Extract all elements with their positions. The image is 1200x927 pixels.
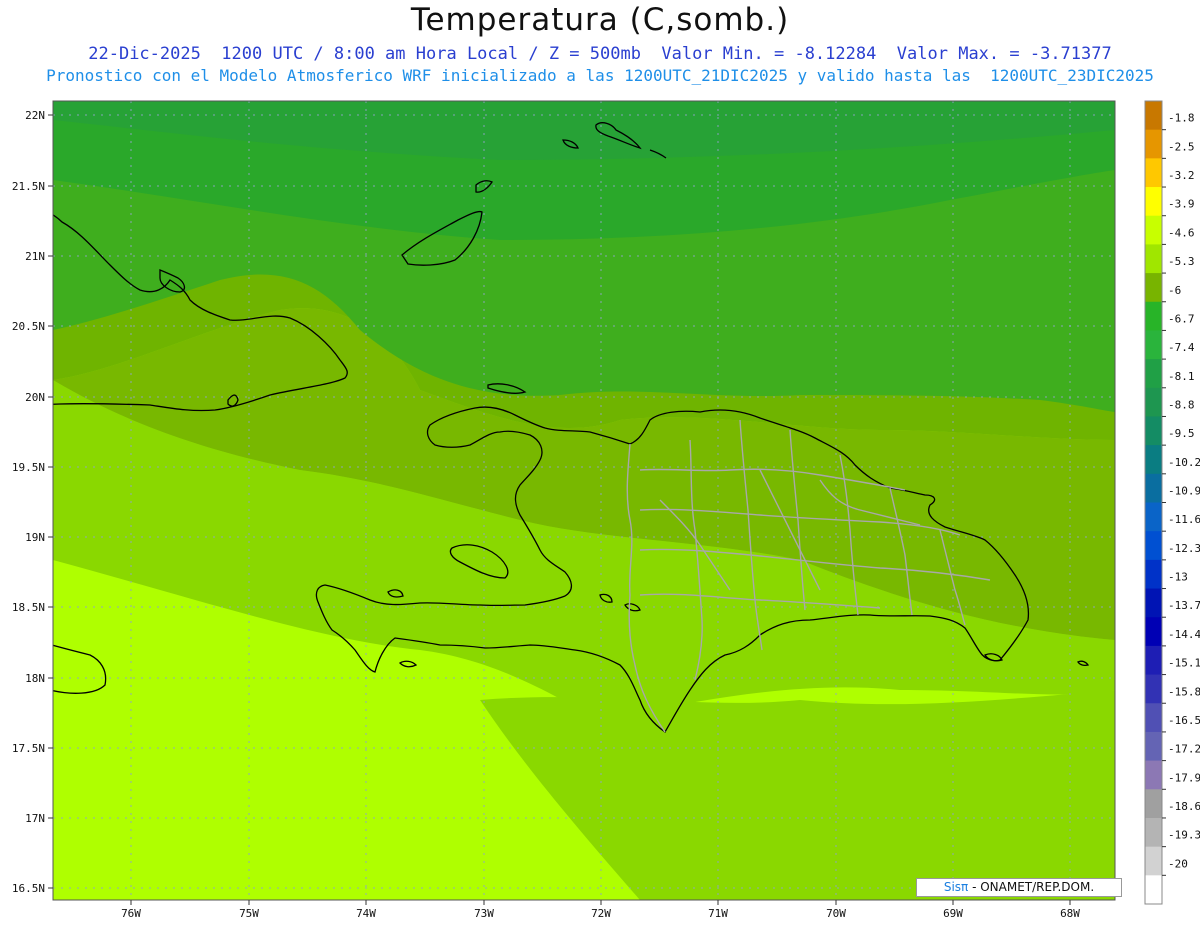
latitude-labels: 22N 21.5N 21N 20.5N 20N 19.5N 19N 18.5N … [12,109,45,895]
colorbar-label: -17.2 [1168,743,1200,756]
colorbar-swatch [1145,273,1162,303]
colorbar-swatch [1145,473,1162,503]
colorbar-swatch [1145,244,1162,274]
colorbar-swatch [1145,789,1162,819]
lon-label: 76W [121,907,141,920]
colorbar-label: -19.3 [1168,829,1200,842]
colorbar-swatch [1145,158,1162,188]
colorbar-swatch [1145,588,1162,618]
colorbar-label: -8.1 [1168,370,1195,383]
colorbar-swatch [1145,674,1162,704]
colorbar-swatch [1145,846,1162,876]
colorbar-swatch [1145,301,1162,331]
colorbar-swatch [1145,215,1162,245]
lon-label: 70W [826,907,846,920]
colorbar-swatch [1145,445,1162,475]
lon-label: 72W [591,907,611,920]
colorbar-label: -15.1 [1168,657,1200,670]
colorbar-label: -15.8 [1168,685,1200,698]
lat-label: 21N [25,250,45,263]
lon-label: 68W [1060,907,1080,920]
longitude-labels: 76W 75W 74W 73W 72W 71W 70W 69W 68W [121,907,1080,920]
colorbar-label: -9.5 [1168,427,1195,440]
colorbar-label: -3.9 [1168,198,1195,211]
lat-label: 21.5N [12,180,45,193]
colorbar-label: -12.3 [1168,542,1200,555]
credit-box: Sisπ - ONAMET/REP.DOM. [916,878,1122,897]
colorbar-label: -4.6 [1168,226,1195,239]
lat-label: 18.5N [12,601,45,614]
colorbar-label: -16.5 [1168,714,1200,727]
temperature-map: 22N 21.5N 21N 20.5N 20N 19.5N 19N 18.5N … [12,100,1200,920]
credit-text: - ONAMET/REP.DOM. [968,880,1095,894]
colorbar-label: -20 [1168,857,1188,870]
colorbar-label: -13.7 [1168,599,1200,612]
colorbar-swatch [1145,559,1162,590]
lat-label: 20.5N [12,320,45,333]
colorbar-swatch [1145,502,1162,532]
colorbar-swatch [1145,645,1162,676]
lat-label: 19.5N [12,461,45,474]
colorbar-swatch [1145,760,1162,790]
lat-label: 22N [25,109,45,122]
lon-label: 69W [943,907,963,920]
colorbar-label: -2.5 [1168,140,1195,153]
colorbar-label: -13 [1168,571,1188,584]
colorbar-label: -6.7 [1168,312,1195,325]
colorbar-label: -10.9 [1168,485,1200,498]
colorbar-label: -6 [1168,284,1181,297]
lat-label: 19N [25,531,45,544]
map-title: Temperatura (C,somb.) [410,2,790,38]
colorbar-label: -1.8 [1168,112,1195,125]
colorbar-label: -18.6 [1168,800,1200,813]
lon-label: 74W [356,907,376,920]
lat-label: 16.5N [12,882,45,895]
colorbar-label: -14.4 [1168,628,1200,641]
temperature-field [53,101,1115,900]
model-info-line: Pronostico con el Modelo Atmosferico WRF… [46,66,1154,85]
colorbar-swatch [1145,101,1162,131]
colorbar-label: -5.3 [1168,255,1195,268]
colorbar-swatch [1145,416,1162,446]
colorbar-label: -8.8 [1168,398,1195,411]
colorbar-swatch [1145,617,1162,647]
colorbar-swatch [1145,129,1162,159]
colorbar-swatch [1145,187,1162,217]
colorbar-swatch [1145,703,1162,733]
colorbar-swatch [1145,731,1162,762]
lon-label: 75W [239,907,259,920]
colorbar-label: -17.9 [1168,771,1200,784]
colorbar-swatch [1145,875,1162,905]
colorbar-swatch [1145,387,1162,417]
lon-label: 71W [708,907,728,920]
colorbar-swatch [1145,359,1162,389]
colorbar-swatch [1145,531,1162,561]
colorbar-label: -10.2 [1168,456,1200,469]
lat-label: 17N [25,812,45,825]
sispi-logo: Sisπ [943,880,969,894]
colorbar-swatch [1145,330,1162,360]
lat-label: 18N [25,672,45,685]
lat-label: 17.5N [12,742,45,755]
colorbar-swatch [1145,817,1162,848]
lat-label: 20N [25,391,45,404]
forecast-time-line: 22-Dic-2025 1200 UTC / 8:00 am Hora Loca… [88,44,1112,64]
colorbar: -1.8 -2.5 -3.2 -3.9 -4.6 -5.3 -6 -6.7 -7.4 -8.1 -8… [1144,100,1200,905]
colorbar-label: -7.4 [1168,341,1195,354]
colorbar-label: -3.2 [1168,169,1195,182]
lon-label: 73W [474,907,494,920]
colorbar-label: -11.6 [1168,513,1200,526]
